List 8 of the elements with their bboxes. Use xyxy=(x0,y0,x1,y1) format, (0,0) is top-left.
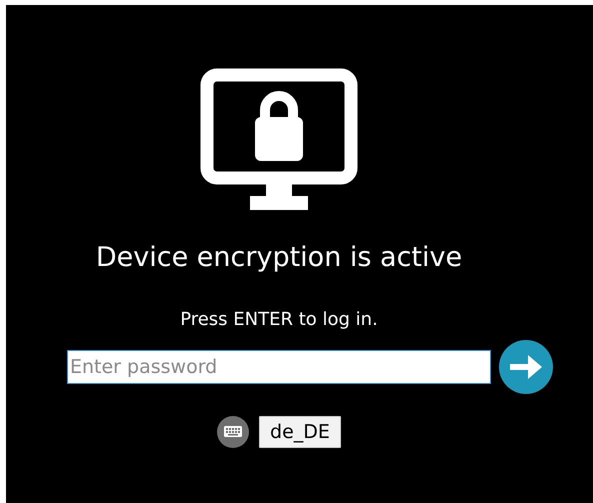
login-instruction: Press ENTER to log in. xyxy=(180,309,378,331)
password-field[interactable]: Enter password xyxy=(67,350,491,384)
keyboard-layout-button[interactable]: de_DE xyxy=(259,416,341,448)
encryption-title: Device encryption is active xyxy=(96,241,462,275)
keyboard-icon[interactable] xyxy=(217,416,250,448)
submit-button[interactable] xyxy=(499,340,553,394)
monitor-lock-icon xyxy=(200,68,358,210)
arrow-right-icon xyxy=(508,353,544,381)
